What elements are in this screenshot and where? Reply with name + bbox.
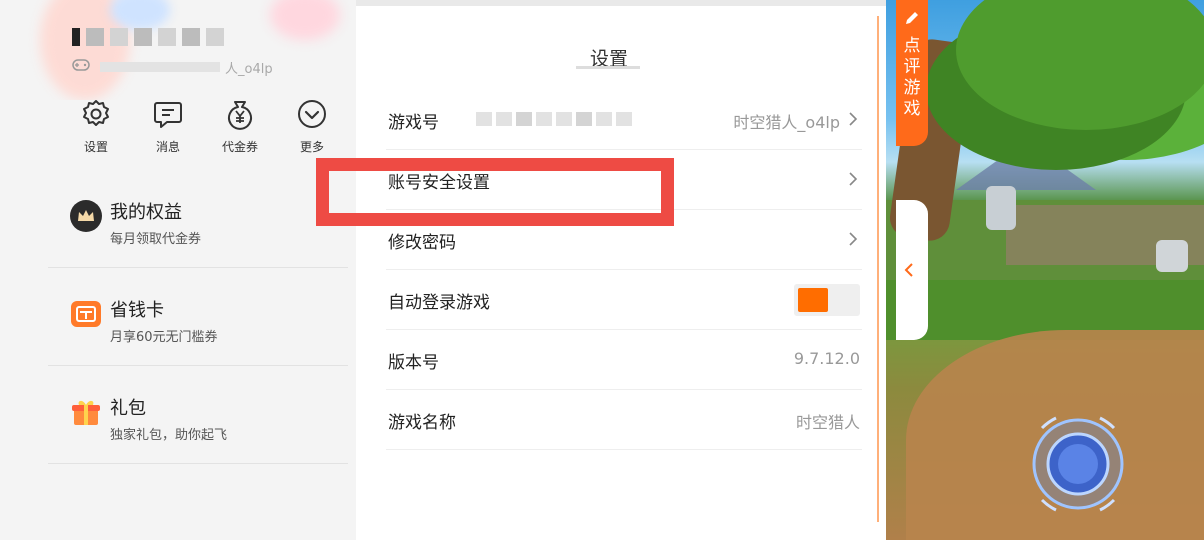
my-benefits-item[interactable]: 我的权益 每月领取代金券 — [48, 170, 348, 268]
profile-header: 人_o4lp — [0, 0, 356, 100]
header-decoration — [270, 0, 340, 40]
coupon-icon — [228, 101, 252, 130]
settings-shortcut[interactable]: 设置 — [60, 98, 132, 155]
benefit-title: 我的权益 — [110, 202, 182, 223]
collapse-panel-tab[interactable] — [896, 200, 928, 340]
game-account-row[interactable]: 游戏号 时空猎人_o4lp — [386, 90, 862, 150]
quick-action-label: 更多 — [299, 140, 324, 154]
review-game-label: 点评游戏 — [903, 36, 921, 119]
pencil-icon — [906, 12, 918, 24]
row-label: 游戏名称 — [388, 413, 456, 433]
chevron-down-circle-icon — [298, 100, 326, 128]
benefit-desc: 月享60元无门槛券 — [110, 330, 218, 345]
quick-action-label: 设置 — [83, 140, 108, 154]
scenery — [986, 186, 1016, 230]
scenery — [956, 0, 1204, 130]
account-panel: 人_o4lp 设置 消息 代金券 更多 我的权益 每月领取代金券 省钱卡 月享6… — [0, 0, 356, 540]
benefit-desc: 独家礼包，助你起飞 — [110, 428, 228, 443]
chevron-right-icon — [849, 112, 858, 126]
account-id-suffix: 人_o4lp — [225, 62, 273, 77]
username-mosaic — [72, 28, 224, 46]
chevron-left-icon — [904, 263, 913, 277]
gift-icon — [72, 400, 100, 425]
savings-card-item[interactable]: 省钱卡 月享60元无门槛券 — [48, 268, 348, 366]
row-value: 时空猎人_o4lp — [733, 113, 840, 132]
gear-icon — [83, 100, 109, 126]
chevron-right-icon — [849, 232, 858, 246]
toggle-knob — [798, 288, 828, 312]
savings-card-icon — [71, 301, 101, 327]
title-underline — [576, 66, 640, 69]
gamepad-icon — [72, 59, 90, 71]
row-value: 时空猎人 — [795, 413, 860, 432]
chevron-right-icon — [849, 172, 858, 186]
row-label: 自动登录游戏 — [388, 293, 490, 313]
joystick-icon[interactable] — [1022, 408, 1134, 520]
gift-pack-item[interactable]: 礼包 独家礼包，助你起飞 — [48, 366, 348, 464]
game-name-row: 游戏名称 时空猎人 — [386, 390, 862, 450]
benefit-desc: 每月领取代金券 — [110, 232, 202, 247]
scenery — [1156, 240, 1188, 272]
version-row: 版本号 9.7.12.0 — [386, 330, 862, 390]
auto-login-toggle[interactable] — [794, 284, 860, 316]
settings-panel: 设置 游戏号 时空猎人_o4lp 账号安全设置 修改密码 自动登录游戏 版本号 … — [356, 6, 886, 540]
coupons-shortcut[interactable]: 代金券 — [204, 98, 276, 155]
row-label: 修改密码 — [388, 233, 456, 253]
quick-action-label: 代金券 — [221, 140, 258, 154]
account-id-mosaic — [100, 62, 220, 72]
quick-actions: 设置 消息 代金券 更多 — [60, 98, 350, 155]
row-value: 9.7.12.0 — [793, 349, 860, 368]
row-label: 游戏号 — [388, 113, 439, 133]
benefit-title: 礼包 — [110, 398, 146, 419]
scenery — [956, 140, 1096, 190]
message-icon — [154, 102, 182, 128]
auto-login-row: 自动登录游戏 — [386, 270, 862, 330]
more-shortcut[interactable]: 更多 — [276, 98, 348, 155]
review-game-tab[interactable]: 点评游戏 — [896, 0, 928, 146]
panel-edge-line — [877, 16, 879, 522]
crown-icon — [70, 200, 102, 232]
row-label: 版本号 — [388, 353, 439, 373]
messages-shortcut[interactable]: 消息 — [132, 98, 204, 155]
benefit-title: 省钱卡 — [110, 300, 164, 321]
highlight-box — [316, 158, 674, 226]
quick-action-label: 消息 — [155, 140, 180, 154]
game-id-mosaic — [476, 112, 632, 126]
